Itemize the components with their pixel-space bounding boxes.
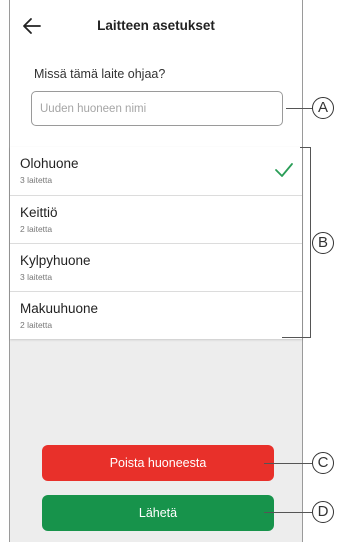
room-question-label: Missä tämä laite ohjaa? — [34, 67, 166, 81]
room-device-count: 2 laitetta — [20, 224, 53, 234]
callout-c: C — [312, 452, 334, 474]
room-name: Kylpyhuone — [20, 253, 91, 268]
callout-a-line — [286, 108, 312, 109]
send-button[interactable]: Lähetä — [42, 495, 274, 531]
room-list: Olohuone 3 laitetta Keittiö 2 laitetta K… — [10, 147, 302, 339]
room-item-keittio[interactable]: Keittiö 2 laitetta — [10, 195, 302, 243]
page-title: Laitteen asetukset — [97, 18, 215, 33]
remove-from-room-button[interactable]: Poista huoneesta — [42, 445, 274, 481]
callout-b-bracket-bottom — [282, 337, 311, 338]
device-settings-screen: Laitteen asetukset Missä tämä laite ohja… — [9, 0, 303, 542]
header-panel: Laitteen asetukset Missä tämä laite ohja… — [10, 0, 302, 147]
callout-b-bracket-top — [300, 147, 310, 148]
room-item-makuuhuone[interactable]: Makuuhuone 2 laitetta — [10, 291, 302, 339]
room-name: Makuuhuone — [20, 301, 99, 316]
room-item-kylpyhuone[interactable]: Kylpyhuone 3 laitetta — [10, 243, 302, 291]
callout-c-line — [264, 463, 312, 464]
room-device-count: 2 laitetta — [20, 320, 53, 330]
callout-d-line — [264, 512, 312, 513]
callout-b-bracket-side — [310, 147, 311, 337]
callout-a: A — [312, 97, 334, 119]
room-name: Keittiö — [20, 205, 58, 220]
room-name-input[interactable] — [31, 91, 283, 126]
callout-b: B — [312, 232, 334, 254]
callout-d: D — [312, 501, 334, 523]
room-name: Olohuone — [20, 156, 79, 171]
room-device-count: 3 laitetta — [20, 272, 53, 282]
checkmark-icon — [275, 163, 293, 177]
room-device-count: 3 laitetta — [20, 175, 53, 185]
room-item-olohuone[interactable]: Olohuone 3 laitetta — [10, 147, 302, 195]
